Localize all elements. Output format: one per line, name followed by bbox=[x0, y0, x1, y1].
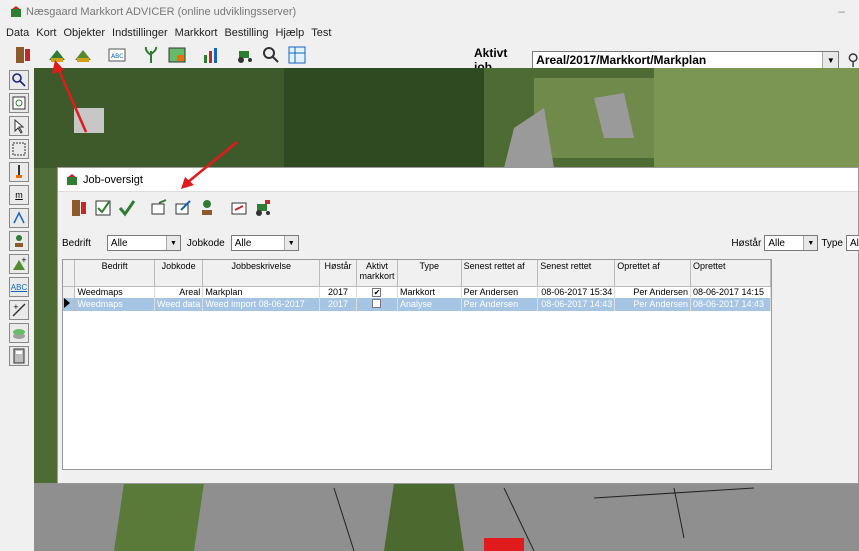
annotation-arrows bbox=[52, 60, 238, 189]
annotation-arrowhead bbox=[52, 60, 64, 74]
annotation-arrow bbox=[187, 141, 238, 183]
annotation-arrow bbox=[56, 67, 88, 133]
app-window: Næsgaard Markkort ADVICER (online udvikl… bbox=[0, 0, 859, 551]
